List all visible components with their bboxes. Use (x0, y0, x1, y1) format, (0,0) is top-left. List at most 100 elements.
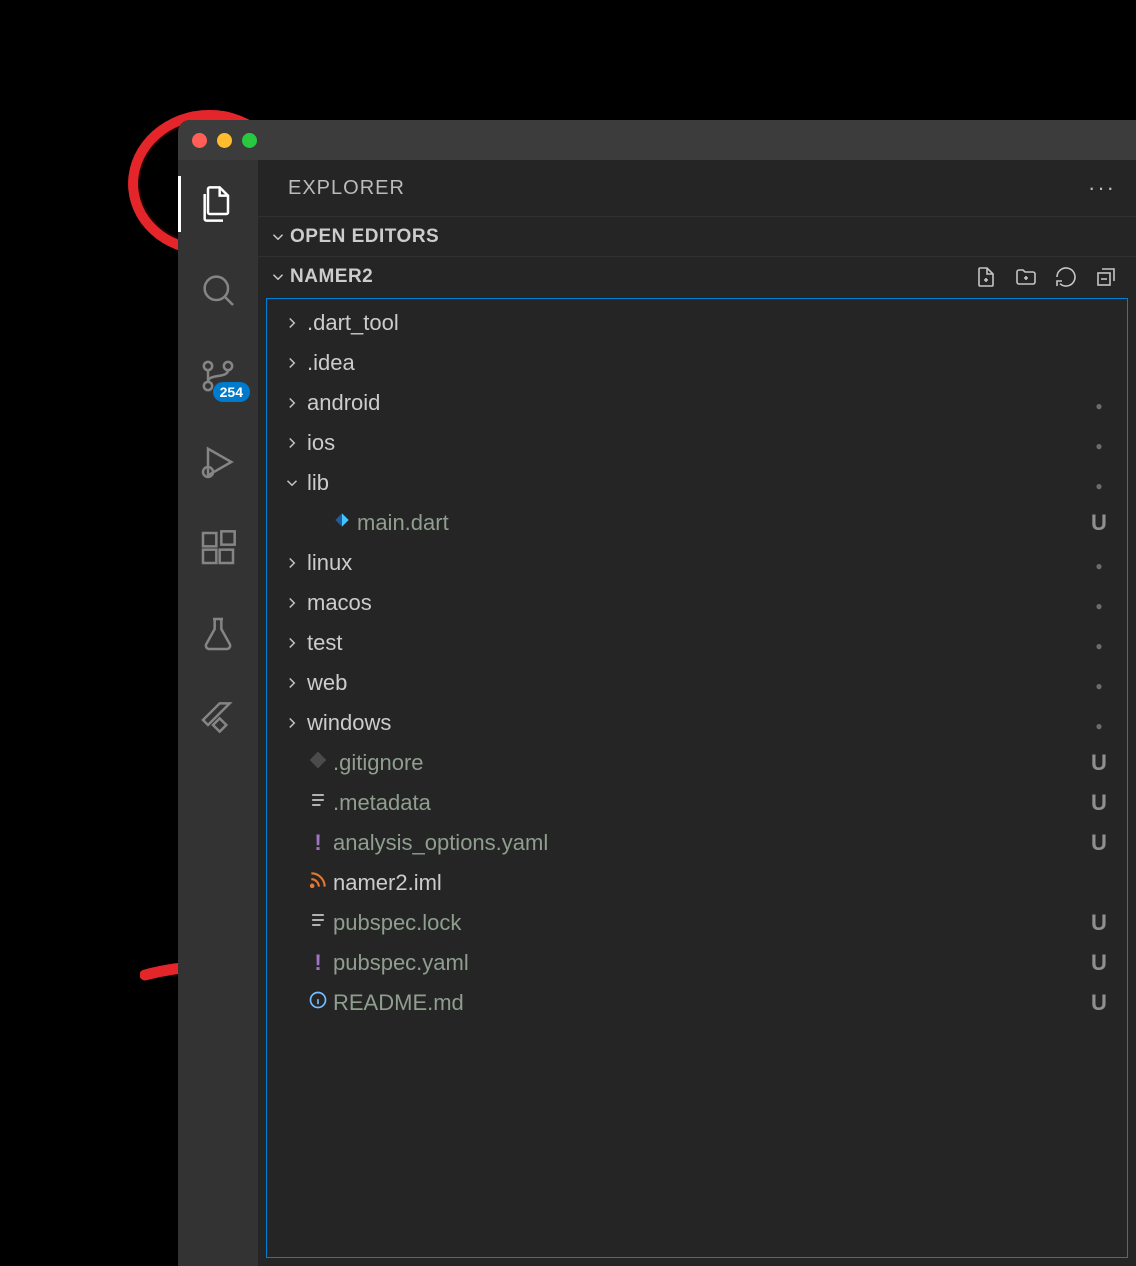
project-section[interactable]: NAMER2 (258, 256, 1136, 296)
folder-row[interactable]: .dart_tool (267, 303, 1127, 343)
text-file-icon (308, 910, 328, 936)
folder-label: windows (305, 710, 1089, 736)
activity-explorer[interactable] (178, 176, 258, 232)
new-file-icon[interactable] (974, 265, 998, 289)
refresh-icon[interactable] (1054, 265, 1078, 289)
folder-row[interactable]: windows (267, 703, 1127, 743)
folder-label: web (305, 670, 1089, 696)
minimize-window-button[interactable] (217, 133, 232, 148)
chevron-down-icon (266, 268, 290, 286)
sidebar: EXPLORER ··· OPEN EDITORS NAMER2 (258, 160, 1136, 1266)
folder-label: test (305, 630, 1089, 656)
close-window-button[interactable] (192, 133, 207, 148)
chevron-right-icon (279, 554, 305, 572)
chevron-right-icon (279, 714, 305, 732)
chevron-right-icon (279, 354, 305, 372)
file-label: .gitignore (331, 750, 1089, 776)
file-row[interactable]: .metadataU (267, 783, 1127, 823)
file-row[interactable]: ! analysis_options.yamlU (267, 823, 1127, 863)
folder-row[interactable]: macos (267, 583, 1127, 623)
file-label: .metadata (331, 790, 1089, 816)
git-status: U (1089, 910, 1109, 936)
file-row[interactable]: main.dartU (267, 503, 1127, 543)
files-icon (198, 184, 238, 224)
yaml-file-icon: ! (314, 833, 321, 853)
activity-flutter[interactable] (178, 692, 258, 748)
folder-row[interactable]: lib (267, 463, 1127, 503)
file-row[interactable]: pubspec.lockU (267, 903, 1127, 943)
window-body: 254 (178, 160, 1136, 1266)
chevron-right-icon (279, 674, 305, 692)
file-row[interactable]: ! pubspec.yamlU (267, 943, 1127, 983)
git-status (1089, 590, 1109, 616)
dart-file-icon (332, 510, 352, 536)
folder-row[interactable]: linux (267, 543, 1127, 583)
git-status (1089, 470, 1109, 496)
activity-run-debug[interactable] (178, 434, 258, 490)
sidebar-title: EXPLORER (288, 177, 405, 200)
git-status (1089, 390, 1109, 416)
folder-row[interactable]: android (267, 383, 1127, 423)
collapse-all-icon[interactable] (1094, 265, 1118, 289)
git-status: U (1089, 790, 1109, 816)
vscode-window: 254 (178, 120, 1136, 1266)
folder-label: .dart_tool (305, 310, 1089, 336)
folder-label: linux (305, 550, 1089, 576)
new-folder-icon[interactable] (1014, 265, 1038, 289)
folder-row[interactable]: ios (267, 423, 1127, 463)
explorer-toolbar (974, 265, 1128, 289)
search-icon (198, 270, 238, 310)
zoom-window-button[interactable] (242, 133, 257, 148)
git-file-icon (308, 750, 328, 776)
chevron-right-icon (279, 394, 305, 412)
xml-file-icon (308, 870, 328, 896)
titlebar (178, 120, 1136, 160)
file-row[interactable]: README.mdU (267, 983, 1127, 1023)
file-row[interactable]: namer2.iml (267, 863, 1127, 903)
folder-label: android (305, 390, 1089, 416)
folder-row[interactable]: test (267, 623, 1127, 663)
activity-source-control[interactable]: 254 (178, 348, 258, 404)
git-status: U (1089, 750, 1109, 776)
chevron-right-icon (279, 594, 305, 612)
flutter-icon (198, 700, 238, 740)
folder-label: ios (305, 430, 1089, 456)
git-status: U (1089, 990, 1109, 1016)
git-status (1089, 630, 1109, 656)
git-status: U (1089, 510, 1109, 536)
file-label: analysis_options.yaml (331, 830, 1089, 856)
git-status (1089, 710, 1109, 736)
info-file-icon (308, 990, 328, 1016)
folder-label: macos (305, 590, 1089, 616)
file-row[interactable]: .gitignoreU (267, 743, 1127, 783)
activity-extensions[interactable] (178, 520, 258, 576)
file-label: namer2.iml (331, 870, 1089, 896)
chevron-down-icon (266, 228, 290, 246)
chevron-right-icon (279, 434, 305, 452)
activity-bar: 254 (178, 160, 258, 1266)
chevron-right-icon (279, 314, 305, 332)
folder-row[interactable]: .idea (267, 343, 1127, 383)
git-status: U (1089, 830, 1109, 856)
git-status: U (1089, 950, 1109, 976)
chevron-right-icon (279, 634, 305, 652)
activity-testing[interactable] (178, 606, 258, 662)
project-name: NAMER2 (290, 266, 373, 288)
folder-label: .idea (305, 350, 1089, 376)
file-tree: .dart_tool.ideaandroidioslibmain.dartUli… (266, 298, 1128, 1258)
scm-badge: 254 (213, 382, 250, 402)
open-editors-label: OPEN EDITORS (290, 226, 439, 248)
folder-label: lib (305, 470, 1089, 496)
git-status (1089, 670, 1109, 696)
file-label: pubspec.yaml (331, 950, 1089, 976)
activity-search[interactable] (178, 262, 258, 318)
yaml-file-icon: ! (314, 953, 321, 973)
chevron-down-icon (279, 474, 305, 492)
folder-row[interactable]: web (267, 663, 1127, 703)
open-editors-section[interactable]: OPEN EDITORS (258, 216, 1136, 256)
sidebar-more-button[interactable]: ··· (1088, 175, 1116, 201)
file-label: pubspec.lock (331, 910, 1089, 936)
file-label: main.dart (355, 510, 1089, 536)
text-file-icon (308, 790, 328, 816)
git-status (1089, 430, 1109, 456)
